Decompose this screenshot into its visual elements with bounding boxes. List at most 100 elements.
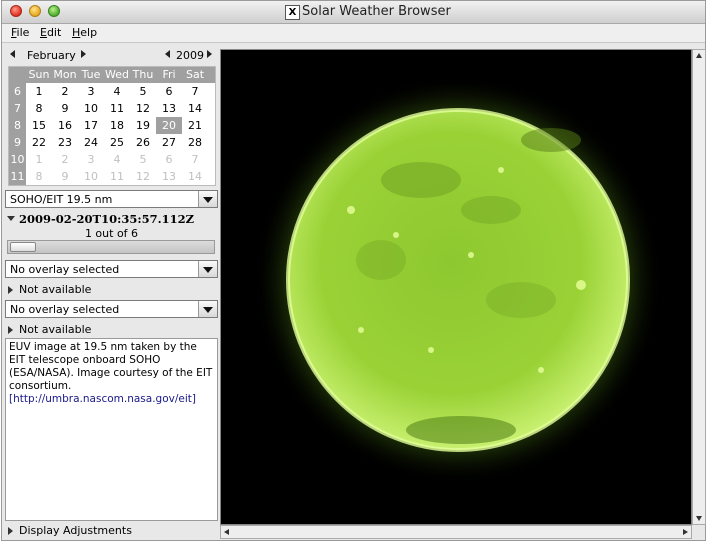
image-description: EUV image at 19.5 nm taken by the EIT te…: [5, 338, 218, 521]
calendar-day[interactable]: 2: [52, 151, 78, 168]
calendar-day[interactable]: 13: [156, 168, 182, 185]
menu-bar: File Edit Help: [2, 24, 705, 43]
zoom-window-button[interactable]: [48, 5, 60, 17]
instrument-select[interactable]: SOHO/EIT 19.5 nm: [5, 190, 218, 208]
overlay-2-status: Not available: [19, 323, 92, 336]
calendar-day[interactable]: 24: [78, 134, 104, 151]
weekday-header: Mon: [53, 68, 77, 81]
collapse-arrow-icon[interactable]: [7, 216, 15, 221]
calendar-day[interactable]: 3: [78, 83, 104, 100]
description-text: EUV image at 19.5 nm taken by the EIT te…: [9, 341, 213, 392]
year-label: 2009: [176, 49, 204, 62]
calendar-day[interactable]: 10: [78, 100, 104, 117]
horizontal-scrollbar[interactable]: [220, 525, 692, 539]
calendar-day[interactable]: 18: [104, 117, 130, 134]
calendar-day[interactable]: 27: [156, 134, 182, 151]
weekday-header: Thu: [132, 68, 154, 81]
menu-edit[interactable]: Edit: [40, 26, 61, 39]
overlay-1-status: Not available: [19, 283, 92, 296]
next-month-button[interactable]: [81, 50, 86, 58]
expand-arrow-icon[interactable]: [8, 326, 13, 334]
calendar-day[interactable]: 4: [104, 83, 130, 100]
calendar-day[interactable]: 26: [130, 134, 156, 151]
display-adjustments-toggle[interactable]: Display Adjustments: [19, 524, 132, 537]
weekday-header: Tue: [81, 68, 101, 81]
eit-link[interactable]: [http://umbra.nascom.nasa.gov/eit]: [9, 393, 196, 405]
calendar-day[interactable]: 23: [52, 134, 78, 151]
calendar-grid: Sun Mon Tue Wed Thu Fri Sat 6 7 8 9 10 11 1 2 3 4 5 6 7 8 9 10…: [8, 66, 216, 186]
week-number: 9: [14, 136, 21, 149]
chevron-down-icon[interactable]: [198, 191, 217, 207]
calendar-day[interactable]: 12: [130, 100, 156, 117]
calendar-day[interactable]: 2: [52, 83, 78, 100]
calendar-day[interactable]: 7: [182, 151, 208, 168]
overlay-select-2-value: No overlay selected: [10, 303, 120, 316]
weekday-header: Sun: [28, 68, 50, 81]
calendar-day[interactable]: 9: [52, 168, 78, 185]
calendar-day[interactable]: 4: [104, 151, 130, 168]
slider-handle[interactable]: [10, 242, 36, 252]
next-year-button[interactable]: [207, 50, 212, 58]
calendar-day[interactable]: 17: [78, 117, 104, 134]
app-window: X Solar Weather Browser File Edit Help F…: [1, 0, 706, 541]
overlay-select-1-value: No overlay selected: [10, 263, 120, 276]
week-number: 7: [14, 102, 21, 115]
calendar-day[interactable]: 8: [26, 168, 52, 185]
calendar-day[interactable]: 1: [26, 83, 52, 100]
chevron-down-icon[interactable]: [198, 261, 217, 277]
vertical-scrollbar[interactable]: [692, 49, 706, 525]
scroll-down-icon[interactable]: [696, 516, 702, 521]
weekday-header: Sat: [185, 68, 205, 81]
calendar-day[interactable]: 19: [130, 117, 156, 134]
calendar-day-selected[interactable]: 20: [156, 117, 182, 134]
title-bar: X Solar Weather Browser: [2, 1, 705, 24]
calendar-day[interactable]: 11: [104, 100, 130, 117]
instrument-select-value: SOHO/EIT 19.5 nm: [10, 193, 113, 206]
expand-arrow-icon[interactable]: [8, 286, 13, 294]
minimize-window-button[interactable]: [29, 5, 41, 17]
calendar-day[interactable]: 3: [78, 151, 104, 168]
calendar-day[interactable]: 22: [26, 134, 52, 151]
left-panel: February 2009 Sun Mon Tue Wed Thu Fri Sat 6 7 8 9 1…: [5, 46, 218, 540]
close-window-button[interactable]: [10, 5, 22, 17]
menu-help[interactable]: Help: [72, 26, 97, 39]
calendar-day[interactable]: 6: [156, 151, 182, 168]
calendar-day[interactable]: 21: [182, 117, 208, 134]
calendar-day[interactable]: 9: [52, 100, 78, 117]
calendar-day[interactable]: 14: [182, 100, 208, 117]
calendar-day[interactable]: 6: [156, 83, 182, 100]
image-counter: 1 out of 6: [84, 227, 139, 240]
calendar-day[interactable]: 8: [26, 100, 52, 117]
calendar-day[interactable]: 10: [78, 168, 104, 185]
calendar-day[interactable]: 15: [26, 117, 52, 134]
calendar-day[interactable]: 16: [52, 117, 78, 134]
calendar-day[interactable]: 13: [156, 100, 182, 117]
calendar-day[interactable]: 5: [130, 151, 156, 168]
chevron-down-icon[interactable]: [198, 301, 217, 317]
expand-arrow-icon[interactable]: [8, 527, 13, 535]
scroll-left-icon[interactable]: [224, 529, 229, 535]
weekday-header: Wed: [105, 68, 129, 81]
scroll-up-icon[interactable]: [696, 53, 702, 58]
calendar-day[interactable]: 28: [182, 134, 208, 151]
calendar-day[interactable]: 11: [104, 168, 130, 185]
calendar-day[interactable]: 5: [130, 83, 156, 100]
calendar-day[interactable]: 25: [104, 134, 130, 151]
calendar-day[interactable]: 12: [130, 168, 156, 185]
calendar-day[interactable]: 1: [26, 151, 52, 168]
scroll-right-icon[interactable]: [683, 529, 688, 535]
prev-month-button[interactable]: [10, 50, 15, 58]
calendar-day[interactable]: 7: [182, 83, 208, 100]
x11-logo-icon: X: [285, 5, 300, 20]
weekday-header: Fri: [162, 68, 176, 81]
timestamp-label: 2009-02-20T10:35:57.112Z: [19, 212, 195, 226]
menu-file[interactable]: File: [11, 26, 29, 39]
solar-image-viewer[interactable]: [220, 49, 692, 525]
calendar-header: February 2009: [5, 46, 218, 64]
overlay-select-2[interactable]: No overlay selected: [5, 300, 218, 318]
prev-year-button[interactable]: [165, 50, 170, 58]
week-number: 11: [10, 170, 25, 183]
image-time-slider[interactable]: [7, 240, 215, 254]
calendar-day[interactable]: 14: [182, 168, 208, 185]
overlay-select-1[interactable]: No overlay selected: [5, 260, 218, 278]
